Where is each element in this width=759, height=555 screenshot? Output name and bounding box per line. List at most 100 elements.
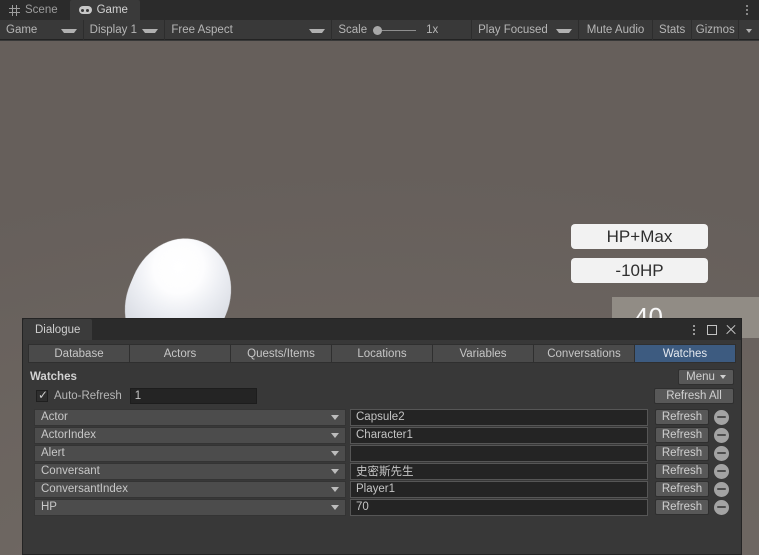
gizmos-dropdown[interactable] [739,20,759,40]
tab-locations[interactable]: Locations [331,344,432,363]
watch-value-field[interactable]: 史密斯先生 [350,462,648,480]
chevron-down-icon [331,414,339,420]
close-icon[interactable] [725,324,736,335]
tab-watches[interactable]: Watches [634,344,736,363]
dialogue-window-tab[interactable]: Dialogue [23,319,93,340]
watch-value-text: 70 [356,501,369,513]
watch-name-dropdown[interactable]: Actor [34,408,346,426]
scale-slider[interactable]: 1x [373,24,465,36]
watches-menu-label: Menu [686,371,715,383]
watch-row: ConversantIndex Player1 Refresh [34,480,734,498]
watch-value-field[interactable] [350,444,648,462]
editor-tab-scene[interactable]: Scene [0,0,70,20]
remove-circle-icon[interactable] [714,445,729,461]
chevron-down-icon [556,29,573,33]
maximize-icon[interactable] [707,324,717,335]
tab-watches-label: Watches [662,347,708,360]
scale-slider-knob[interactable] [373,25,383,35]
dialogue-window-titlebar: Dialogue [23,319,741,340]
watch-refresh-button[interactable]: Refresh [655,463,709,479]
watch-name-dropdown[interactable]: ConversantIndex [34,480,346,498]
scale-slider-track[interactable] [382,29,417,31]
gizmos-button[interactable]: Gizmos [692,20,740,40]
watch-value-text: Player1 [356,483,395,495]
chevron-down-icon [309,29,326,33]
chevron-down-icon [60,29,77,33]
watch-refresh-label: Refresh [661,465,703,477]
auto-refresh-label: Auto-Refresh [54,390,122,402]
remove-circle-icon[interactable] [714,499,729,515]
watch-refresh-button[interactable]: Refresh [655,445,709,461]
watch-rows: Actor Capsule2 Refresh ActorIndex Charac… [23,408,741,516]
window-controls [689,319,736,340]
watch-refresh-button[interactable]: Refresh [655,481,709,497]
tab-conversations-label: Conversations [547,347,621,360]
watch-value-field[interactable]: Capsule2 [350,408,648,426]
minus-10-hp-button[interactable]: -10HP [571,258,708,283]
mute-audio-button[interactable]: Mute Audio [579,20,654,40]
gamepad-icon [78,6,92,14]
remove-circle-icon[interactable] [714,481,729,497]
hp-max-button-label: HP+Max [606,226,673,246]
watch-name-dropdown[interactable]: ActorIndex [34,426,346,444]
kebab-menu-icon[interactable] [689,324,699,336]
dialogue-window: Dialogue Database Actors Quests/Items Lo… [22,318,742,555]
watch-value-field[interactable]: Player1 [350,480,648,498]
auto-refresh-interval-input[interactable]: 1 [129,388,257,404]
chevron-down-icon [331,468,339,474]
editor-tab-game[interactable]: Game [69,0,140,20]
watch-name-label: ConversantIndex [41,483,128,495]
view-dropdown-label: Game [6,24,38,36]
display-dropdown[interactable]: Display 1 [84,20,166,40]
refresh-all-label: Refresh All [666,390,722,402]
watch-row: Conversant 史密斯先生 Refresh [34,462,734,480]
watch-row: Alert Refresh [34,444,734,462]
editor-tab-game-label: Game [96,4,128,16]
kebab-menu-icon[interactable] [741,3,753,17]
hp-max-button[interactable]: HP+Max [571,224,708,249]
refresh-all-button[interactable]: Refresh All [654,388,734,404]
auto-refresh-interval-value: 1 [134,390,142,402]
chevron-down-icon [719,375,726,379]
chevron-down-icon [746,29,753,33]
watch-value-field[interactable]: 70 [350,498,648,516]
dialogue-tab-bar: Database Actors Quests/Items Locations V… [23,340,741,363]
watch-name-dropdown[interactable]: Conversant [34,462,346,480]
watch-name-dropdown[interactable]: Alert [34,444,346,462]
watch-refresh-label: Refresh [661,501,703,513]
auto-refresh-row: Auto-Refresh 1 Refresh All [23,385,741,405]
watch-refresh-button[interactable]: Refresh [655,499,709,515]
tab-conversations[interactable]: Conversations [533,344,634,363]
watch-refresh-label: Refresh [661,483,703,495]
stats-button[interactable]: Stats [653,20,693,40]
view-dropdown[interactable]: Game [0,20,84,40]
display-dropdown-label: Display 1 [89,24,137,36]
watch-refresh-label: Refresh [661,411,703,423]
watches-header: Watches Menu [23,369,741,385]
watch-value-field[interactable]: Character1 [350,426,648,444]
stats-label: Stats [659,24,686,36]
tab-actors[interactable]: Actors [129,344,230,363]
remove-circle-icon[interactable] [714,427,729,443]
watch-refresh-button[interactable]: Refresh [655,409,709,425]
aspect-dropdown-label: Free Aspect [171,24,233,36]
tab-quests-items[interactable]: Quests/Items [230,344,331,363]
watches-menu-button[interactable]: Menu [678,369,734,385]
watch-refresh-button[interactable]: Refresh [655,427,709,443]
watch-row-hp: HP 70 Refresh [34,498,734,516]
aspect-dropdown[interactable]: Free Aspect [165,20,333,40]
remove-circle-icon[interactable] [714,409,729,425]
gizmos-label: Gizmos [695,24,735,36]
chevron-down-icon [331,432,339,438]
watches-section-label: Watches [30,371,77,383]
tab-variables[interactable]: Variables [432,344,533,363]
unity-editor-window: Scene Game Game Display 1 Free Aspect Sc… [0,0,759,555]
scale-value-label: 1x [426,24,439,36]
remove-circle-icon[interactable] [714,463,729,479]
tab-database[interactable]: Database [28,344,129,363]
scale-slider-group[interactable]: Scale 1x [332,20,473,40]
play-mode-dropdown[interactable]: Play Focused [472,20,580,40]
auto-refresh-checkbox[interactable] [36,388,48,402]
editor-tab-strip: Scene Game [0,0,759,20]
watch-name-dropdown[interactable]: HP [34,498,346,516]
